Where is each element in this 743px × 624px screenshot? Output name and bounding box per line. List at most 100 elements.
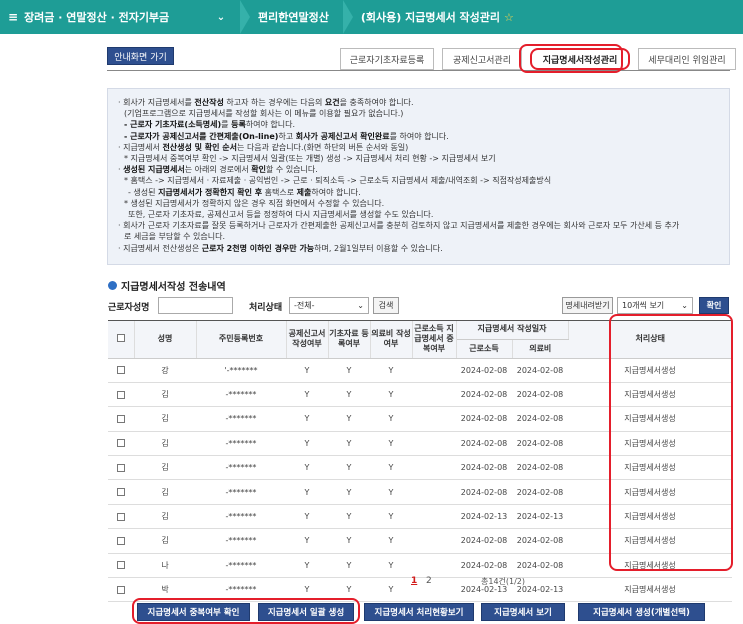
main-menu[interactable]: ≡ 장려금 · 연말정산 · 전자기부금 ⌄ xyxy=(0,0,240,34)
generate-individual-button[interactable]: 지급명세서 생성(개별선택) xyxy=(578,603,705,621)
notice-line: * 홈택스 -> 지급명세서 · 자료제출 · 공익법인 -> 근로 · 퇴직소… xyxy=(124,176,552,186)
cell-select xyxy=(108,553,134,579)
cell-basic-data: Y xyxy=(328,431,370,457)
cell-date-earned: 2024-02-08 xyxy=(456,553,512,579)
row-checkbox[interactable] xyxy=(117,439,125,448)
table-row[interactable]: 김 -******* Y Y Y 2024-02-08 2024-02-08 지급명세서생성 xyxy=(108,455,732,481)
select-all-checkbox[interactable] xyxy=(116,334,125,343)
cell-rrn: -******* xyxy=(196,553,286,579)
tab-deduction-report[interactable]: 공제신고서관리 xyxy=(442,48,522,70)
favorite-star-icon[interactable]: ☆ xyxy=(504,11,514,24)
cell-date-medical: 2024-02-08 xyxy=(512,455,568,481)
row-checkbox[interactable] xyxy=(117,488,125,497)
notice-line: 로 세금을 부담할 수 있습니다. xyxy=(124,232,226,242)
notice-line: 또한, 근로자 기초자료, 공제신고서 등을 정정하여 다시 지급명세서를 생성… xyxy=(128,210,434,220)
cell-medical: Y xyxy=(370,553,412,579)
employee-name-input[interactable] xyxy=(158,297,233,314)
cell-date-medical: 2024-02-08 xyxy=(512,528,568,554)
table-row[interactable]: 김 -******* Y Y Y 2024-02-08 2024-02-08 지급명세서생성 xyxy=(108,406,732,432)
cell-basic-data: Y xyxy=(328,358,370,383)
select-all-header xyxy=(108,320,135,359)
cell-select xyxy=(108,504,134,530)
cell-medical: Y xyxy=(370,455,412,481)
cell-status: 지급명세서생성 xyxy=(568,528,732,554)
cell-medical: Y xyxy=(370,479,412,505)
batch-generate-button[interactable]: 지급명세서 일괄 생성 xyxy=(258,603,354,621)
tab-employee-basic-data[interactable]: 근로자기초자료등록 xyxy=(340,48,434,70)
cell-medical: Y xyxy=(370,528,412,554)
notice-line: (기업프로그램으로 지급명세서를 작성할 회사는 이 메뉴를 이용할 필요가 없… xyxy=(124,109,404,119)
cell-date-earned: 2024-02-13 xyxy=(456,504,512,530)
cell-date-earned: 2024-02-08 xyxy=(456,358,512,383)
status-select[interactable]: -전체- ⌄ xyxy=(289,297,369,314)
top-navigation-bar: ≡ 장려금 · 연말정산 · 전자기부금 ⌄ 편리한연말정산 (회사용) 지급명… xyxy=(0,0,743,34)
row-checkbox[interactable] xyxy=(117,585,125,594)
notice-line: · 회사가 지급명세서를 전산작성 하고자 하는 경우에는 다음의 요건을 충족… xyxy=(118,98,414,107)
row-checkbox[interactable] xyxy=(117,512,125,521)
cell-basic-data: Y xyxy=(328,528,370,554)
table-row[interactable]: 김 -******* Y Y Y 2024-02-08 2024-02-08 지급명세서생성 xyxy=(108,431,732,457)
view-process-status-button[interactable]: 지급명세서 처리현황보기 xyxy=(364,603,474,621)
tab-statement-management[interactable]: 지급명세서작성관리 xyxy=(530,48,630,70)
table-row[interactable]: 김 -******* Y Y Y 2024-02-08 2024-02-08 지급명세서생성 xyxy=(108,382,732,408)
search-button[interactable]: 검색 xyxy=(373,297,399,314)
confirm-button[interactable]: 확인 xyxy=(699,297,729,314)
cell-deduction: Y xyxy=(286,504,328,530)
cell-rrn: -******* xyxy=(196,577,286,603)
page-size-select[interactable]: 10개씩 보기 ⌄ xyxy=(617,297,693,314)
chevron-down-icon[interactable]: ⌄ xyxy=(212,12,230,23)
table-row[interactable]: 김 -******* Y Y Y 2024-02-08 2024-02-08 지급명세서생성 xyxy=(108,479,732,505)
table-row[interactable]: 나 -******* Y Y Y 2024-02-08 2024-02-08 지급명세서생성 xyxy=(108,553,732,579)
cell-deduction: Y xyxy=(286,406,328,432)
cell-duplicate xyxy=(412,479,456,505)
row-checkbox[interactable] xyxy=(117,366,125,375)
tab-tax-agent-delegation[interactable]: 세무대리인 위임관리 xyxy=(638,48,736,70)
cell-deduction: Y xyxy=(286,553,328,579)
hamburger-menu-icon[interactable]: ≡ xyxy=(8,10,18,24)
tab-divider xyxy=(107,70,730,71)
breadcrumb-separator xyxy=(240,0,250,34)
cell-name: 강 xyxy=(134,358,196,383)
notice-line: * 지급명세서 중복여부 확인 -> 지급명세서 일괄(또는 개별) 생성 ->… xyxy=(124,154,496,164)
download-details-button[interactable]: 명세내려받기 xyxy=(562,297,613,314)
cell-status: 지급명세서생성 xyxy=(568,358,732,383)
cell-deduction: Y xyxy=(286,431,328,457)
row-checkbox[interactable] xyxy=(117,414,125,423)
table-row[interactable]: 강 '-******* Y Y Y 2024-02-08 2024-02-08 지급명세서생성 xyxy=(108,358,732,383)
cell-deduction: Y xyxy=(286,577,328,603)
view-statement-button[interactable]: 지급명세서 보기 xyxy=(481,603,565,621)
row-checkbox[interactable] xyxy=(117,390,125,399)
cell-status: 지급명세서생성 xyxy=(568,455,732,481)
row-checkbox[interactable] xyxy=(117,561,125,570)
cell-select xyxy=(108,455,134,481)
cell-date-earned: 2024-02-08 xyxy=(456,431,512,457)
cell-duplicate xyxy=(412,358,456,383)
header-medical: 의료비 작성여부 xyxy=(370,320,413,359)
page-1-link[interactable]: 1 xyxy=(411,576,417,586)
cell-date-medical: 2024-02-08 xyxy=(512,431,568,457)
row-checkbox[interactable] xyxy=(117,536,125,545)
cell-date-earned: 2024-02-08 xyxy=(456,455,512,481)
header-name: 성명 xyxy=(134,320,197,359)
cell-basic-data: Y xyxy=(328,382,370,408)
guide-page-button[interactable]: 안내화면 가기 xyxy=(107,47,174,65)
total-count: 총14건(1/2) xyxy=(481,577,526,586)
cell-basic-data: Y xyxy=(328,479,370,505)
table-row[interactable]: 박 -******* Y Y Y 2024-02-13 2024-02-13 지급명세서생성 xyxy=(108,577,732,603)
breadcrumb-item-easy-settlement[interactable]: 편리한연말정산 xyxy=(250,0,343,34)
status-select-value: -전체- xyxy=(294,301,315,310)
cell-date-medical: 2024-02-08 xyxy=(512,358,568,383)
notice-line: * 생성된 지급명세서가 정확하지 않은 경우 직접 화면에서 수정할 수 있습… xyxy=(124,198,385,208)
row-checkbox[interactable] xyxy=(117,463,125,472)
page-2-link[interactable]: 2 xyxy=(426,576,432,586)
cell-status: 지급명세서생성 xyxy=(568,382,732,408)
notice-line: - 근로자가 공제신고서를 간편제출(On-line)하고 회사가 공제신고서 … xyxy=(124,131,449,141)
cell-rrn: -******* xyxy=(196,479,286,505)
table-row[interactable]: 김 -******* Y Y Y 2024-02-08 2024-02-08 지급명세서생성 xyxy=(108,528,732,554)
cell-medical: Y xyxy=(370,382,412,408)
check-duplicate-button[interactable]: 지급명세서 중복여부 확인 xyxy=(137,603,250,621)
table-row[interactable]: 김 -******* Y Y Y 2024-02-13 2024-02-13 지급명세서생성 xyxy=(108,504,732,530)
cell-duplicate xyxy=(412,504,456,530)
cell-duplicate xyxy=(412,577,456,603)
cell-name: 김 xyxy=(134,528,196,554)
